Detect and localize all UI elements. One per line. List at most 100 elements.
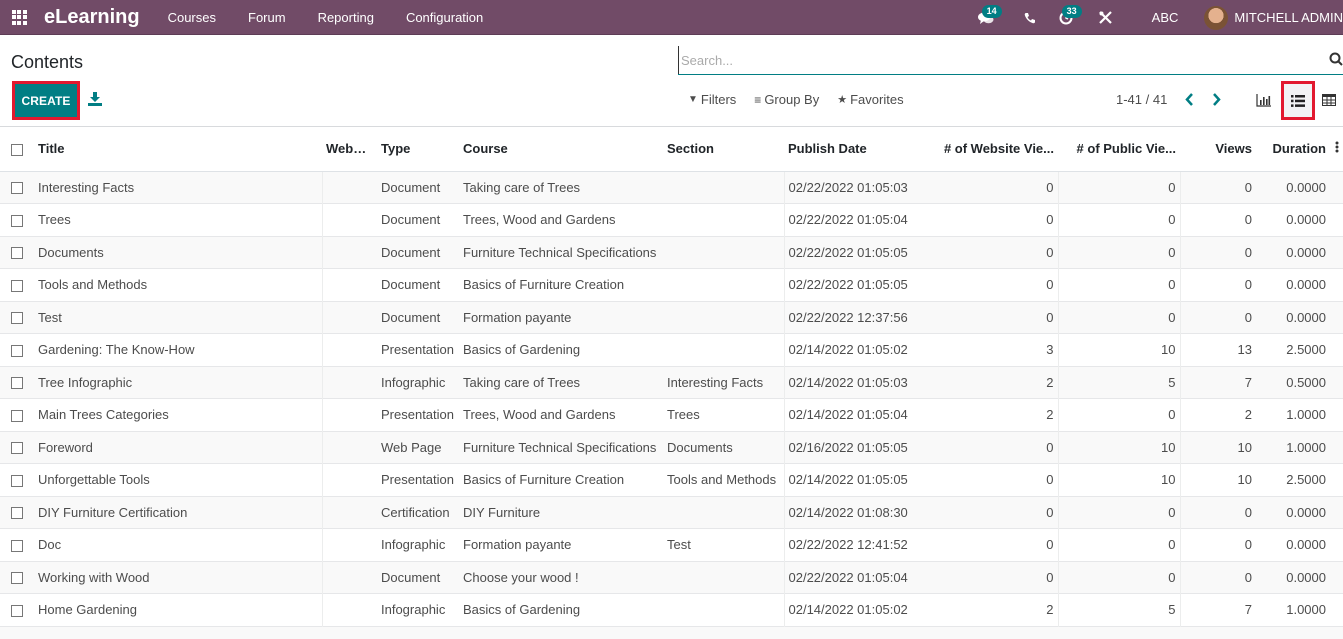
- graph-view-button[interactable]: [1256, 92, 1272, 108]
- table-row[interactable]: Trees Document Trees, Wood and Gardens 02/2…: [0, 203, 1343, 236]
- column-title[interactable]: Title: [27, 127, 322, 172]
- cell-title: Main Trees Categories: [27, 398, 323, 431]
- table-row[interactable]: Foreword Web Page Furniture Technical Spec…: [0, 430, 1343, 464]
- cell-title: Doc: [27, 528, 323, 561]
- column-public-views[interactable]: # of Public Vie...: [1058, 127, 1180, 172]
- column-course[interactable]: Course: [459, 127, 663, 172]
- cell-title: Home Gardening: [27, 593, 323, 626]
- cell-public-views: 0: [1058, 528, 1181, 561]
- user-avatar[interactable]: [1204, 5, 1229, 30]
- pager-value[interactable]: 1-41 / 41: [1116, 92, 1167, 107]
- row-checkbox[interactable]: [0, 463, 27, 496]
- cell-duration: 0.5000: [1256, 365, 1330, 399]
- activities-button[interactable]: 33: [1048, 0, 1084, 35]
- table-row-partial: [0, 625, 1343, 639]
- menu-reporting[interactable]: Reporting: [302, 0, 390, 35]
- pager-previous-button[interactable]: [1182, 90, 1196, 108]
- table-row[interactable]: Documents Document Furniture Technical Spe…: [0, 235, 1343, 269]
- pager-next-button[interactable]: [1209, 90, 1223, 108]
- favorites-button[interactable]: ★ Favorites: [837, 92, 903, 107]
- cell-publish-date: 02/22/2022 01:05:04: [784, 203, 930, 236]
- optional-columns-toggle[interactable]: [1330, 127, 1343, 172]
- cell-title: Interesting Facts: [27, 170, 323, 204]
- group-by-button[interactable]: ≡ Group By: [754, 92, 819, 107]
- row-checkbox[interactable]: [0, 268, 27, 301]
- debug-tools-button[interactable]: [1088, 0, 1124, 35]
- filters-button[interactable]: ▼ Filters: [688, 92, 736, 107]
- create-button[interactable]: CREATE: [15, 84, 77, 117]
- app-brand[interactable]: eLearning: [44, 6, 140, 29]
- row-spacer: [1330, 203, 1343, 236]
- row-checkbox[interactable]: [0, 528, 27, 561]
- table-row[interactable]: Working with Wood Document Choose your woo…: [0, 560, 1343, 594]
- row-checkbox[interactable]: [0, 235, 27, 269]
- row-checkbox[interactable]: [0, 170, 27, 204]
- table-row[interactable]: Home Gardening Infographic Basics of Garde…: [0, 593, 1343, 626]
- table-row[interactable]: Gardening: The Know-How Presentation Basic…: [0, 333, 1343, 366]
- cell-duration: 0.0000: [1256, 300, 1330, 334]
- user-menu[interactable]: MITCHELL ADMIN: [1234, 10, 1343, 25]
- list-view-button[interactable]: [1281, 81, 1315, 120]
- cell-course: Basics of Furniture Creation: [459, 268, 663, 301]
- cell-title: Tools and Methods: [27, 268, 323, 301]
- cell-publish-date: 02/22/2022 12:37:56: [784, 300, 930, 334]
- table-row[interactable]: Test Document Formation payante 02/22/2022 …: [0, 300, 1343, 334]
- cell-publish-date: 02/22/2022 01:05:05: [784, 235, 930, 269]
- cell-course: Trees, Wood and Gardens: [459, 398, 663, 431]
- apps-menu-button[interactable]: [0, 0, 38, 35]
- table-row[interactable]: DIY Furniture Certification Certification…: [0, 495, 1343, 529]
- row-checkbox[interactable]: [0, 593, 27, 626]
- search-bar: [678, 46, 1343, 75]
- cell-type: Infographic: [377, 528, 459, 561]
- row-checkbox[interactable]: [0, 300, 27, 334]
- company-switcher[interactable]: ABC: [1152, 10, 1179, 25]
- cell-type: Certification: [377, 495, 459, 529]
- cell-duration: 0.0000: [1256, 495, 1330, 529]
- cell-publish-date: 02/22/2022 01:05:03: [784, 170, 930, 204]
- row-checkbox[interactable]: [0, 333, 27, 366]
- list-icon: [1291, 94, 1305, 107]
- column-website[interactable]: Website: [322, 127, 377, 172]
- column-section[interactable]: Section: [663, 127, 784, 172]
- select-all-checkbox[interactable]: [0, 127, 27, 172]
- column-publish-date[interactable]: Publish Date: [784, 127, 930, 172]
- row-checkbox[interactable]: [0, 560, 27, 594]
- cell-views: 0: [1180, 268, 1256, 301]
- cell-type: Presentation: [377, 463, 459, 496]
- cell-duration: 0.0000: [1256, 203, 1330, 236]
- row-checkbox[interactable]: [0, 495, 27, 529]
- row-spacer: [1330, 560, 1343, 594]
- export-button[interactable]: [88, 92, 102, 106]
- contents-table: Title Website Type Course Section Publis…: [0, 127, 1343, 639]
- column-duration[interactable]: Duration: [1256, 127, 1330, 172]
- column-type[interactable]: Type: [377, 127, 459, 172]
- row-checkbox[interactable]: [0, 430, 27, 464]
- cell-duration: 1.0000: [1256, 430, 1330, 464]
- cell-type: Document: [377, 203, 459, 236]
- cell-title: Documents: [27, 235, 323, 269]
- column-views[interactable]: Views: [1180, 127, 1256, 172]
- pivot-view-button[interactable]: [1322, 93, 1336, 107]
- search-options: ▼ Filters ≡ Group By ★ Favorites: [688, 92, 922, 107]
- search-icon[interactable]: [1329, 52, 1343, 66]
- table-row[interactable]: Tools and Methods Document Basics of Furni…: [0, 268, 1343, 301]
- row-checkbox[interactable]: [0, 398, 27, 431]
- messages-button[interactable]: 14: [968, 0, 1004, 35]
- cell-public-views: 0: [1058, 203, 1181, 236]
- menu-forum[interactable]: Forum: [232, 0, 302, 35]
- phone-button[interactable]: [1012, 0, 1048, 35]
- cell-views: 7: [1180, 593, 1256, 626]
- table-row[interactable]: Main Trees Categories Presentation Trees, …: [0, 398, 1343, 431]
- table-row[interactable]: Tree Infographic Infographic Taking care o…: [0, 365, 1343, 399]
- table-row[interactable]: Interesting Facts Document Taking care of …: [0, 170, 1343, 204]
- menu-configuration[interactable]: Configuration: [390, 0, 499, 35]
- table-row[interactable]: Doc Infographic Formation payante Test 02/22…: [0, 528, 1343, 561]
- cell-course: Formation payante: [459, 528, 663, 561]
- column-website-views[interactable]: # of Website Vie...: [930, 127, 1058, 172]
- row-checkbox[interactable]: [0, 203, 27, 236]
- row-checkbox[interactable]: [0, 365, 27, 399]
- menu-courses[interactable]: Courses: [152, 0, 232, 35]
- cell-publish-date: 02/14/2022 01:05:02: [784, 593, 930, 626]
- table-row[interactable]: Unforgettable Tools Presentation Basics of…: [0, 463, 1343, 496]
- search-input[interactable]: [678, 46, 1343, 74]
